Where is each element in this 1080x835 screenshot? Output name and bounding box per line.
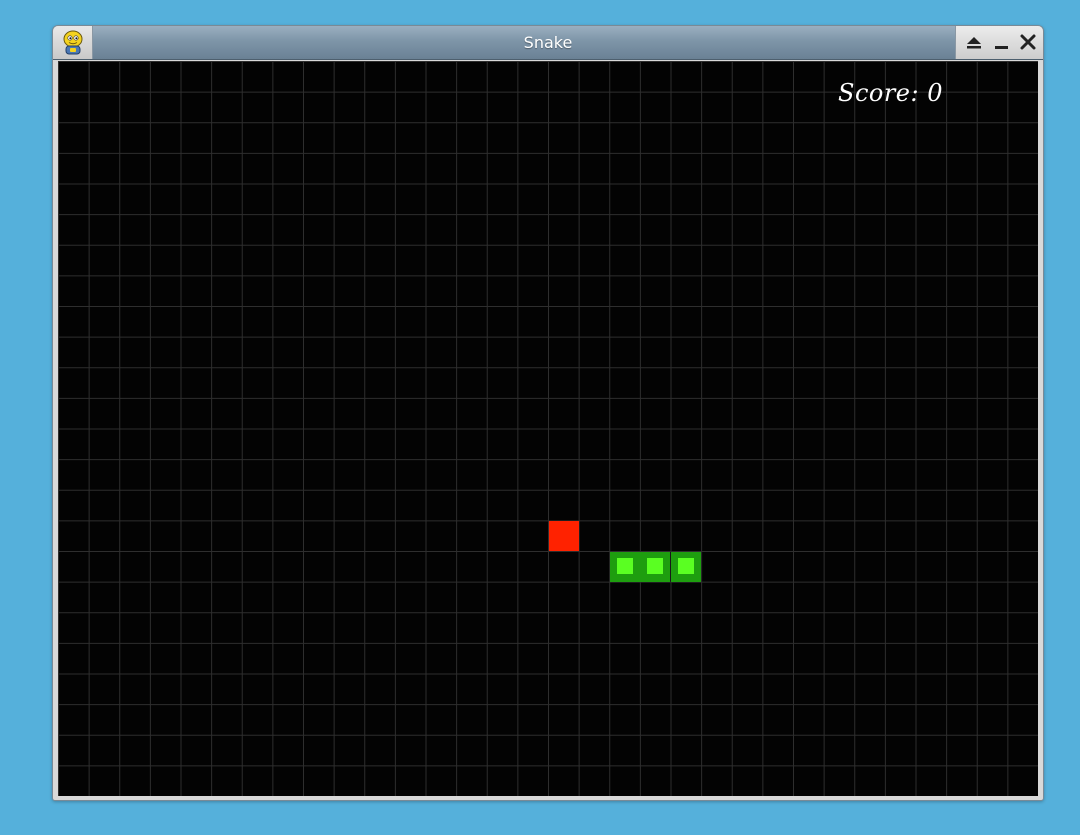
snake-segment <box>640 551 671 582</box>
score-label: Score: 0 <box>838 79 943 107</box>
window-title: Snake <box>523 33 573 52</box>
snake-segment <box>609 551 640 582</box>
snake-segment <box>671 551 701 582</box>
python-icon <box>63 30 83 55</box>
game-board[interactable]: Score: 0 <box>58 61 1038 796</box>
minimize-icon <box>995 46 1008 49</box>
title-bar[interactable]: Snake <box>53 26 1043 60</box>
minimize-button[interactable] <box>990 30 1014 54</box>
food-apple <box>548 520 579 551</box>
game-window: Snake Score: 0 <box>52 25 1044 801</box>
eject-icon <box>967 37 981 49</box>
close-button[interactable] <box>1016 30 1040 54</box>
window-controls <box>955 26 1043 59</box>
close-icon <box>1020 34 1036 50</box>
shade-button[interactable] <box>962 30 986 54</box>
window-menu-button[interactable] <box>53 26 93 59</box>
